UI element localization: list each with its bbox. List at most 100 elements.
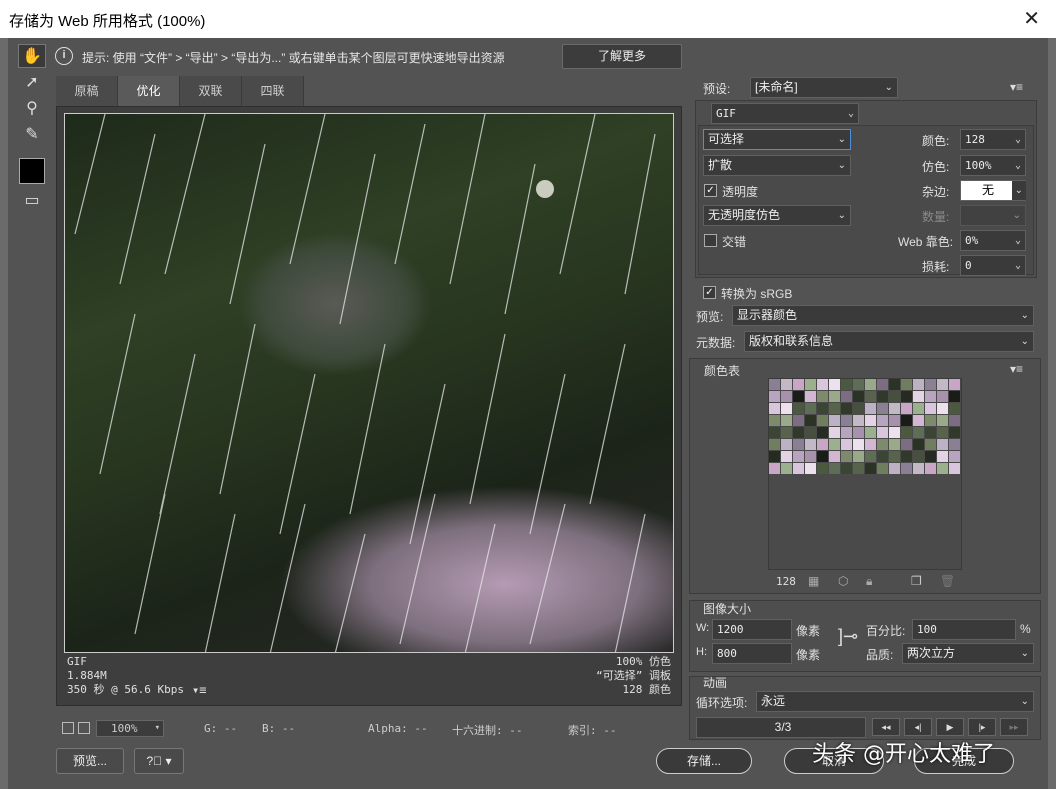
color-swatch[interactable] bbox=[925, 391, 936, 402]
color-swatch[interactable] bbox=[805, 403, 816, 414]
color-swatch[interactable] bbox=[781, 451, 792, 462]
color-swatch[interactable] bbox=[853, 439, 864, 450]
color-swatch[interactable] bbox=[949, 427, 960, 438]
color-swatch[interactable] bbox=[925, 463, 936, 474]
color-swatch[interactable] bbox=[805, 451, 816, 462]
color-swatch[interactable] bbox=[865, 415, 876, 426]
color-swatch[interactable] bbox=[841, 403, 852, 414]
color-swatch[interactable] bbox=[889, 391, 900, 402]
color-swatch[interactable] bbox=[925, 403, 936, 414]
color-swatch[interactable] bbox=[769, 415, 780, 426]
next-frame-icon[interactable]: |▸ bbox=[968, 718, 996, 736]
metadata-select[interactable]: 版权和联系信息 ⌄ bbox=[744, 331, 1034, 352]
color-swatch[interactable] bbox=[793, 439, 804, 450]
color-swatch[interactable] bbox=[949, 379, 960, 390]
color-swatch[interactable] bbox=[865, 379, 876, 390]
hand-tool-icon[interactable]: ✋ bbox=[18, 44, 46, 68]
dither-algorithm-select[interactable]: 扩散 ⌄ bbox=[703, 155, 851, 176]
color-swatch[interactable] bbox=[901, 379, 912, 390]
color-swatch[interactable] bbox=[781, 439, 792, 450]
color-swatch[interactable] bbox=[829, 451, 840, 462]
link-icon[interactable]: ]⊸ bbox=[838, 626, 858, 647]
color-swatch[interactable] bbox=[889, 379, 900, 390]
color-swatch[interactable] bbox=[865, 451, 876, 462]
color-swatch[interactable] bbox=[853, 391, 864, 402]
preview-image[interactable] bbox=[64, 113, 674, 653]
color-swatch[interactable] bbox=[877, 439, 888, 450]
color-swatch[interactable] bbox=[925, 439, 936, 450]
color-swatch[interactable] bbox=[817, 391, 828, 402]
color-swatch[interactable] bbox=[913, 427, 924, 438]
format-select[interactable]: GIF ⌄ bbox=[711, 103, 859, 124]
color-swatch[interactable] bbox=[949, 451, 960, 462]
color-swatch[interactable] bbox=[817, 427, 828, 438]
color-swatch[interactable] bbox=[793, 451, 804, 462]
tab-4-up[interactable]: 四联 bbox=[242, 76, 304, 106]
interlace-checkbox[interactable] bbox=[704, 234, 717, 247]
matte-select[interactable]: 无 ⌄ bbox=[960, 180, 1026, 201]
color-swatch[interactable] bbox=[841, 379, 852, 390]
browser-preview-button[interactable]: ?⃝ ▾ bbox=[134, 748, 184, 774]
color-swatch[interactable] bbox=[817, 463, 828, 474]
color-swatch[interactable] bbox=[817, 379, 828, 390]
color-swatch[interactable] bbox=[901, 451, 912, 462]
color-swatch[interactable] bbox=[877, 379, 888, 390]
eyedropper-tool-icon[interactable]: ✎ bbox=[18, 122, 46, 146]
first-frame-icon[interactable]: ◂◂ bbox=[872, 718, 900, 736]
play-icon[interactable]: ▶ bbox=[936, 718, 964, 736]
color-swatch[interactable] bbox=[829, 403, 840, 414]
color-table[interactable] bbox=[768, 378, 962, 570]
color-swatch[interactable] bbox=[901, 415, 912, 426]
color-swatch[interactable] bbox=[829, 391, 840, 402]
color-swatch[interactable] bbox=[805, 439, 816, 450]
new-color-icon[interactable]: ❐ bbox=[911, 574, 922, 588]
color-swatch[interactable] bbox=[889, 439, 900, 450]
color-swatch[interactable] bbox=[829, 415, 840, 426]
cube-icon[interactable]: ⬡ bbox=[838, 574, 848, 588]
color-swatch[interactable] bbox=[781, 403, 792, 414]
color-swatch[interactable] bbox=[781, 379, 792, 390]
color-swatch[interactable] bbox=[913, 379, 924, 390]
color-swatch[interactable] bbox=[841, 439, 852, 450]
color-swatch[interactable] bbox=[805, 427, 816, 438]
color-swatch[interactable] bbox=[877, 403, 888, 414]
reduction-select[interactable]: 可选择 ⌄ bbox=[703, 129, 851, 150]
color-swatch[interactable] bbox=[781, 391, 792, 402]
color-swatch[interactable] bbox=[877, 427, 888, 438]
color-swatch[interactable] bbox=[769, 451, 780, 462]
color-swatch[interactable] bbox=[769, 439, 780, 450]
color-swatch[interactable] bbox=[889, 415, 900, 426]
save-button[interactable]: 存储... bbox=[656, 748, 752, 774]
color-swatch[interactable] bbox=[853, 463, 864, 474]
quality-select[interactable]: 两次立方 ⌄ bbox=[902, 643, 1034, 664]
color-swatch[interactable] bbox=[829, 463, 840, 474]
close-icon[interactable]: ✕ bbox=[1023, 6, 1040, 31]
color-swatch[interactable] bbox=[805, 391, 816, 402]
color-swatch[interactable] bbox=[901, 439, 912, 450]
color-swatch[interactable] bbox=[829, 379, 840, 390]
color-swatch[interactable] bbox=[949, 391, 960, 402]
color-table-menu-icon[interactable]: ▾≡ bbox=[1010, 362, 1023, 376]
zoom-in-button[interactable] bbox=[78, 722, 90, 734]
color-swatch[interactable] bbox=[865, 403, 876, 414]
color-swatch[interactable] bbox=[937, 451, 948, 462]
color-swatch[interactable] bbox=[853, 379, 864, 390]
color-swatch[interactable] bbox=[949, 403, 960, 414]
color-swatch[interactable] bbox=[949, 463, 960, 474]
color-swatch[interactable] bbox=[829, 439, 840, 450]
color-swatch[interactable] bbox=[769, 403, 780, 414]
color-swatch[interactable] bbox=[913, 403, 924, 414]
preset-select[interactable]: [未命名] ⌄ bbox=[750, 77, 898, 98]
transparency-dither-select[interactable]: 无透明度仿色 ⌄ bbox=[703, 205, 851, 226]
learn-more-button[interactable]: 了解更多 bbox=[562, 44, 682, 69]
zoom-out-button[interactable] bbox=[62, 722, 74, 734]
color-swatch[interactable] bbox=[889, 403, 900, 414]
web-shift-icon[interactable]: ▦ bbox=[808, 574, 819, 588]
height-input[interactable]: 800 bbox=[712, 643, 792, 664]
color-swatch[interactable] bbox=[913, 439, 924, 450]
preview-button[interactable]: 预览... bbox=[56, 748, 124, 774]
color-swatch[interactable] bbox=[937, 415, 948, 426]
lossy-select[interactable]: 0 ⌄ bbox=[960, 255, 1026, 276]
color-swatch[interactable] bbox=[865, 427, 876, 438]
color-swatch[interactable] bbox=[805, 379, 816, 390]
